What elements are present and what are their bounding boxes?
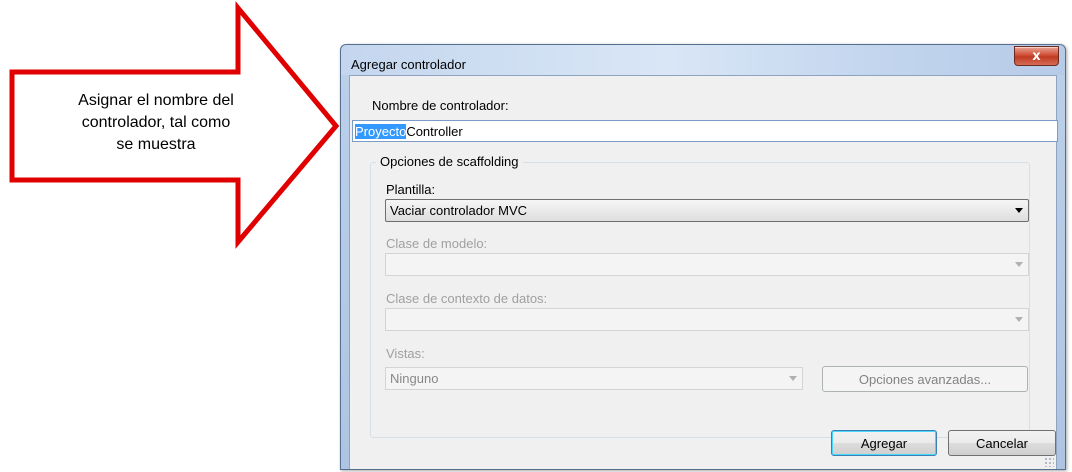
resize-grip-icon[interactable] xyxy=(1044,457,1054,467)
controller-name-input[interactable]: Proyecto Controller xyxy=(352,120,1058,142)
template-label: Plantilla: xyxy=(386,182,436,197)
advanced-options-button[interactable]: Opciones avanzadas... xyxy=(822,366,1028,392)
add-button[interactable]: Agregar xyxy=(831,430,937,456)
model-class-label: Clase de modelo: xyxy=(386,236,488,251)
chevron-down-icon xyxy=(789,376,797,381)
dialog-title: Agregar controlador xyxy=(351,57,466,72)
scaffolding-options-legend: Opciones de scaffolding xyxy=(376,154,523,169)
advanced-options-button-label: Opciones avanzadas... xyxy=(858,371,992,387)
data-context-class-select[interactable] xyxy=(385,308,1029,331)
cancel-button-label: Cancelar xyxy=(975,435,1029,451)
template-select[interactable]: Vaciar controlador MVC xyxy=(385,199,1029,222)
views-select[interactable]: Ninguno xyxy=(385,367,803,390)
controller-name-rest-text: Controller xyxy=(406,123,463,139)
close-button[interactable]: x xyxy=(1014,46,1059,66)
chevron-down-icon xyxy=(1015,317,1023,322)
views-label: Vistas: xyxy=(386,346,425,361)
dialog-client-area: Nombre de controlador: Proyecto Controlle… xyxy=(349,75,1058,469)
callout-line-2: controlador, tal como xyxy=(81,114,231,131)
add-controller-dialog: Agregar controlador x Nombre de controla… xyxy=(340,44,1066,470)
title-bar[interactable]: Agregar controlador x xyxy=(341,45,1065,75)
cancel-button[interactable]: Cancelar xyxy=(948,430,1056,456)
chevron-down-icon xyxy=(1015,262,1023,267)
callout-line-3: se muestra xyxy=(116,136,196,153)
chevron-down-icon xyxy=(1015,208,1023,213)
model-class-select[interactable] xyxy=(385,253,1029,276)
add-button-label: Agregar xyxy=(860,435,908,451)
data-context-class-label: Clase de contexto de datos: xyxy=(386,291,548,306)
template-select-value: Vaciar controlador MVC xyxy=(390,203,528,218)
callout-text: Asignar el nombre del controlador, tal c… xyxy=(38,90,274,156)
close-icon: x xyxy=(1032,48,1041,64)
callout-line-1: Asignar el nombre del xyxy=(78,92,234,109)
controller-name-label: Nombre de controlador: xyxy=(372,98,509,113)
controller-name-selected-text: Proyecto xyxy=(355,123,407,139)
views-select-value: Ninguno xyxy=(390,371,439,386)
